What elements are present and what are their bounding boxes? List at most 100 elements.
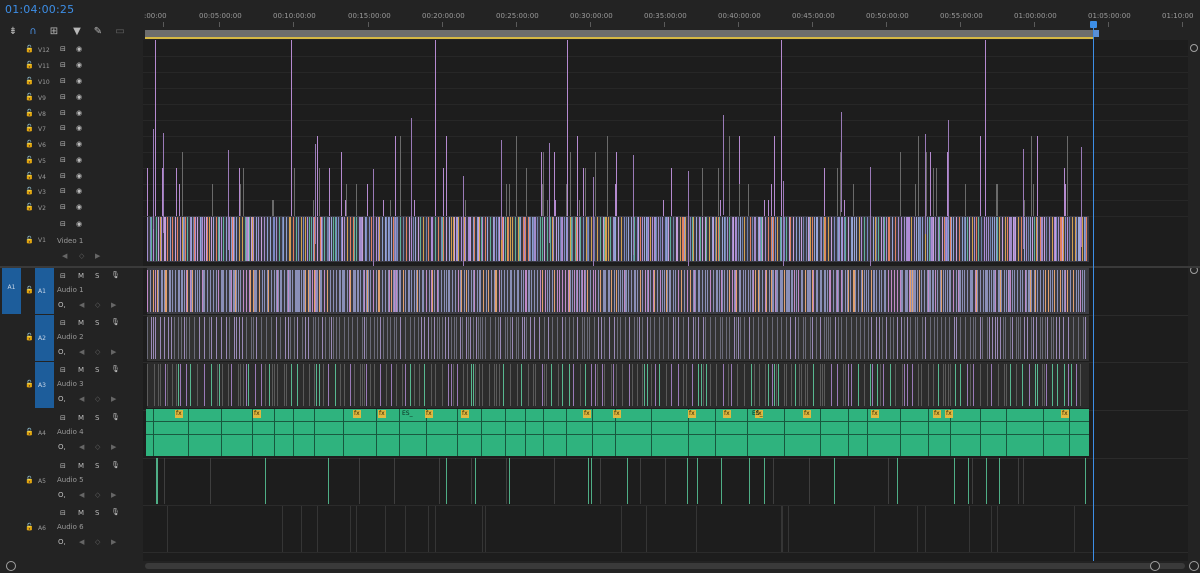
video-clip[interactable] [824, 168, 825, 216]
fx-badge[interactable]: fx [723, 410, 731, 418]
a1-clip[interactable] [740, 270, 741, 312]
v1-clip[interactable] [948, 217, 949, 261]
a2-clip[interactable] [749, 317, 750, 359]
video-clip[interactable] [179, 184, 180, 216]
a3-clip[interactable] [219, 364, 220, 406]
v1-clip[interactable] [1030, 217, 1031, 261]
a4-clip-edge[interactable] [274, 409, 275, 456]
video-clip[interactable] [319, 168, 320, 216]
a2-clip[interactable] [400, 317, 401, 359]
a3-clip[interactable] [692, 364, 693, 406]
a3-clip[interactable] [362, 364, 363, 406]
a3-clip[interactable] [535, 364, 536, 406]
video-clip[interactable] [774, 136, 775, 216]
a2-clip[interactable] [703, 317, 704, 359]
a2-clip[interactable] [507, 317, 508, 359]
a2-clip[interactable] [930, 317, 931, 359]
video-clip[interactable] [541, 152, 542, 216]
v1-clip[interactable] [859, 217, 860, 261]
v1-clip[interactable] [474, 217, 475, 261]
a1-clip[interactable] [662, 270, 663, 312]
a3-clip[interactable] [616, 364, 617, 406]
a5-clip[interactable] [809, 458, 810, 504]
a1-clip[interactable] [385, 270, 386, 312]
v1-clip[interactable] [261, 217, 262, 261]
a1-clip[interactable] [648, 270, 649, 312]
v1-clip[interactable] [864, 217, 865, 261]
playhead-line[interactable] [1093, 24, 1094, 561]
a2-clip[interactable] [634, 317, 635, 359]
v1-clip[interactable] [648, 217, 649, 261]
a1-clip[interactable] [817, 270, 818, 312]
a6-clip[interactable] [1074, 506, 1075, 552]
eye-icon[interactable]: ◉ [76, 156, 82, 164]
a3-clip[interactable] [396, 364, 397, 406]
v1-clip[interactable] [309, 217, 310, 261]
a1-clip[interactable] [449, 270, 450, 312]
a1-clip[interactable] [379, 270, 380, 312]
track-separator[interactable] [143, 552, 1188, 553]
a5-clip[interactable] [509, 458, 510, 504]
a3-clip[interactable] [904, 364, 905, 406]
eye-icon[interactable]: ◉ [76, 93, 82, 101]
v1-clip[interactable] [722, 217, 723, 261]
a3-clip[interactable] [973, 364, 974, 406]
a1-clip[interactable] [1017, 270, 1018, 312]
v1-clip[interactable] [588, 217, 589, 261]
a2-clip[interactable] [738, 317, 739, 359]
a3-clip[interactable] [716, 364, 717, 406]
a2-clip[interactable] [478, 317, 479, 359]
a2-clip[interactable] [383, 317, 384, 359]
a2-clip[interactable] [698, 317, 699, 359]
a1-clip[interactable] [1073, 270, 1074, 312]
v1-clip[interactable] [307, 217, 308, 261]
v1-clip[interactable] [768, 217, 769, 261]
video-clip[interactable] [915, 184, 916, 216]
video-clip[interactable] [435, 40, 436, 216]
video-clip[interactable] [400, 136, 401, 216]
a2-clip[interactable] [910, 317, 911, 359]
a2-clip[interactable] [266, 317, 267, 359]
a1-clip[interactable] [330, 270, 331, 312]
a3-clip[interactable] [1068, 364, 1069, 406]
v1-clip[interactable] [249, 217, 250, 261]
a2-clip[interactable] [876, 317, 877, 359]
toggle-sync-icon[interactable]: ⊟ [60, 156, 66, 164]
a1-clip[interactable] [755, 270, 756, 312]
a1-clip[interactable] [238, 270, 239, 312]
a1-clip[interactable] [891, 270, 892, 312]
v1-clip[interactable] [644, 217, 645, 261]
lock-icon[interactable]: 🔓 [25, 380, 34, 388]
v1-clip[interactable] [638, 217, 639, 261]
a2-clip[interactable] [1056, 317, 1057, 359]
a1-clip[interactable] [590, 270, 591, 312]
a2-clip[interactable] [454, 317, 455, 359]
a4-clip-edge[interactable] [1069, 409, 1070, 456]
a1-clip[interactable] [409, 270, 410, 312]
a2-clip[interactable] [860, 317, 861, 359]
v1-clip[interactable] [727, 217, 728, 261]
video-clip[interactable] [853, 184, 854, 216]
a1-clip[interactable] [1014, 270, 1015, 312]
a3-clip[interactable] [678, 364, 679, 406]
a2-clip[interactable] [516, 317, 517, 359]
video-clip[interactable] [516, 136, 517, 216]
solo-button[interactable]: S [95, 272, 99, 280]
a1-clip[interactable] [155, 270, 156, 312]
a2-clip[interactable] [168, 317, 169, 359]
a4-clip-edge[interactable] [376, 409, 377, 456]
a2-clip[interactable] [1031, 317, 1032, 359]
a1-clip[interactable] [434, 270, 435, 312]
a1-clip[interactable] [866, 270, 867, 312]
a2-clip[interactable] [584, 317, 585, 359]
v1-clip[interactable] [834, 217, 835, 261]
v1-clip[interactable] [256, 217, 257, 261]
v1-clip[interactable] [508, 217, 509, 261]
a1-clip[interactable] [458, 270, 459, 312]
v1-clip[interactable] [784, 217, 785, 261]
a1-clip[interactable] [1078, 270, 1079, 312]
a1-clip[interactable] [441, 270, 442, 312]
a1-clip[interactable] [526, 270, 527, 312]
v1-clip[interactable] [1037, 217, 1038, 261]
a3-clip[interactable] [872, 364, 873, 406]
